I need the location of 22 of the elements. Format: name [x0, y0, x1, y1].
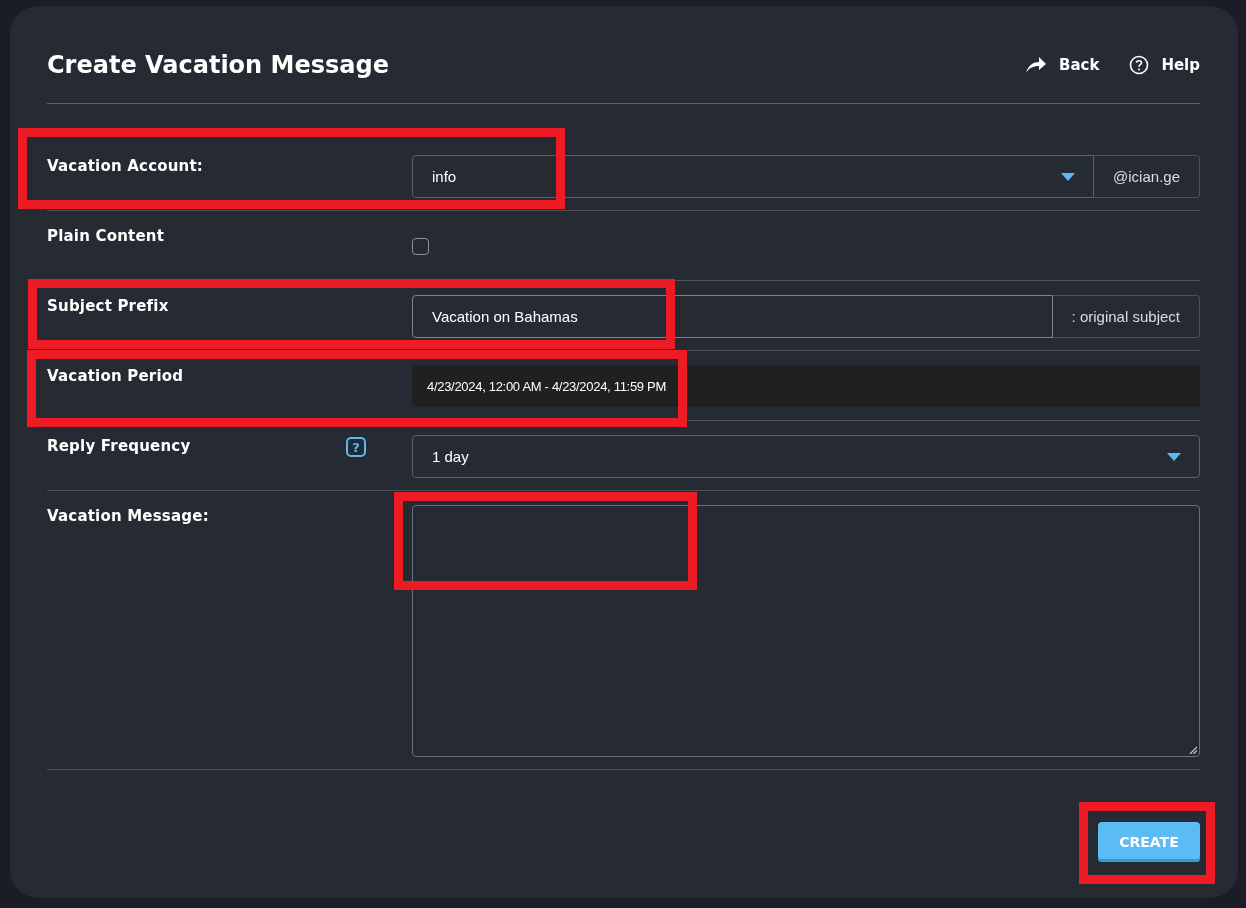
- help-link[interactable]: Help: [1129, 54, 1200, 75]
- share-arrow-icon: [1024, 55, 1047, 74]
- dropdown[interactable]: info: [412, 155, 1095, 198]
- domain-addon: @ician.ge: [1094, 155, 1200, 198]
- input-field[interactable]: Vacation on Bahamas: [412, 295, 1053, 338]
- dropdown[interactable]: 1 day: [412, 435, 1200, 478]
- field-label: Subject Prefix: [47, 297, 169, 315]
- field-label: Vacation Message:: [47, 507, 209, 525]
- field-label: Plain Content: [47, 227, 165, 245]
- page-title: Create Vacation Message: [47, 49, 389, 79]
- resize-handle-icon[interactable]: [1189, 746, 1197, 754]
- help-badge[interactable]: ?: [346, 437, 366, 457]
- field-label: Vacation Period: [47, 367, 184, 385]
- checkbox[interactable]: [412, 238, 429, 255]
- field-label: Vacation Account:: [47, 157, 204, 175]
- field-label: Reply Frequency: [47, 437, 191, 455]
- date-range-field[interactable]: 4/23/2024, 12:00 AM - 4/23/2024, 11:59 PM: [412, 365, 1200, 407]
- back-link[interactable]: Back: [1024, 54, 1100, 75]
- caret-icon: [1167, 452, 1181, 461]
- caret-icon: [1061, 172, 1076, 181]
- suffix-addon: : original subject: [1052, 295, 1200, 338]
- help-icon: [1129, 54, 1150, 75]
